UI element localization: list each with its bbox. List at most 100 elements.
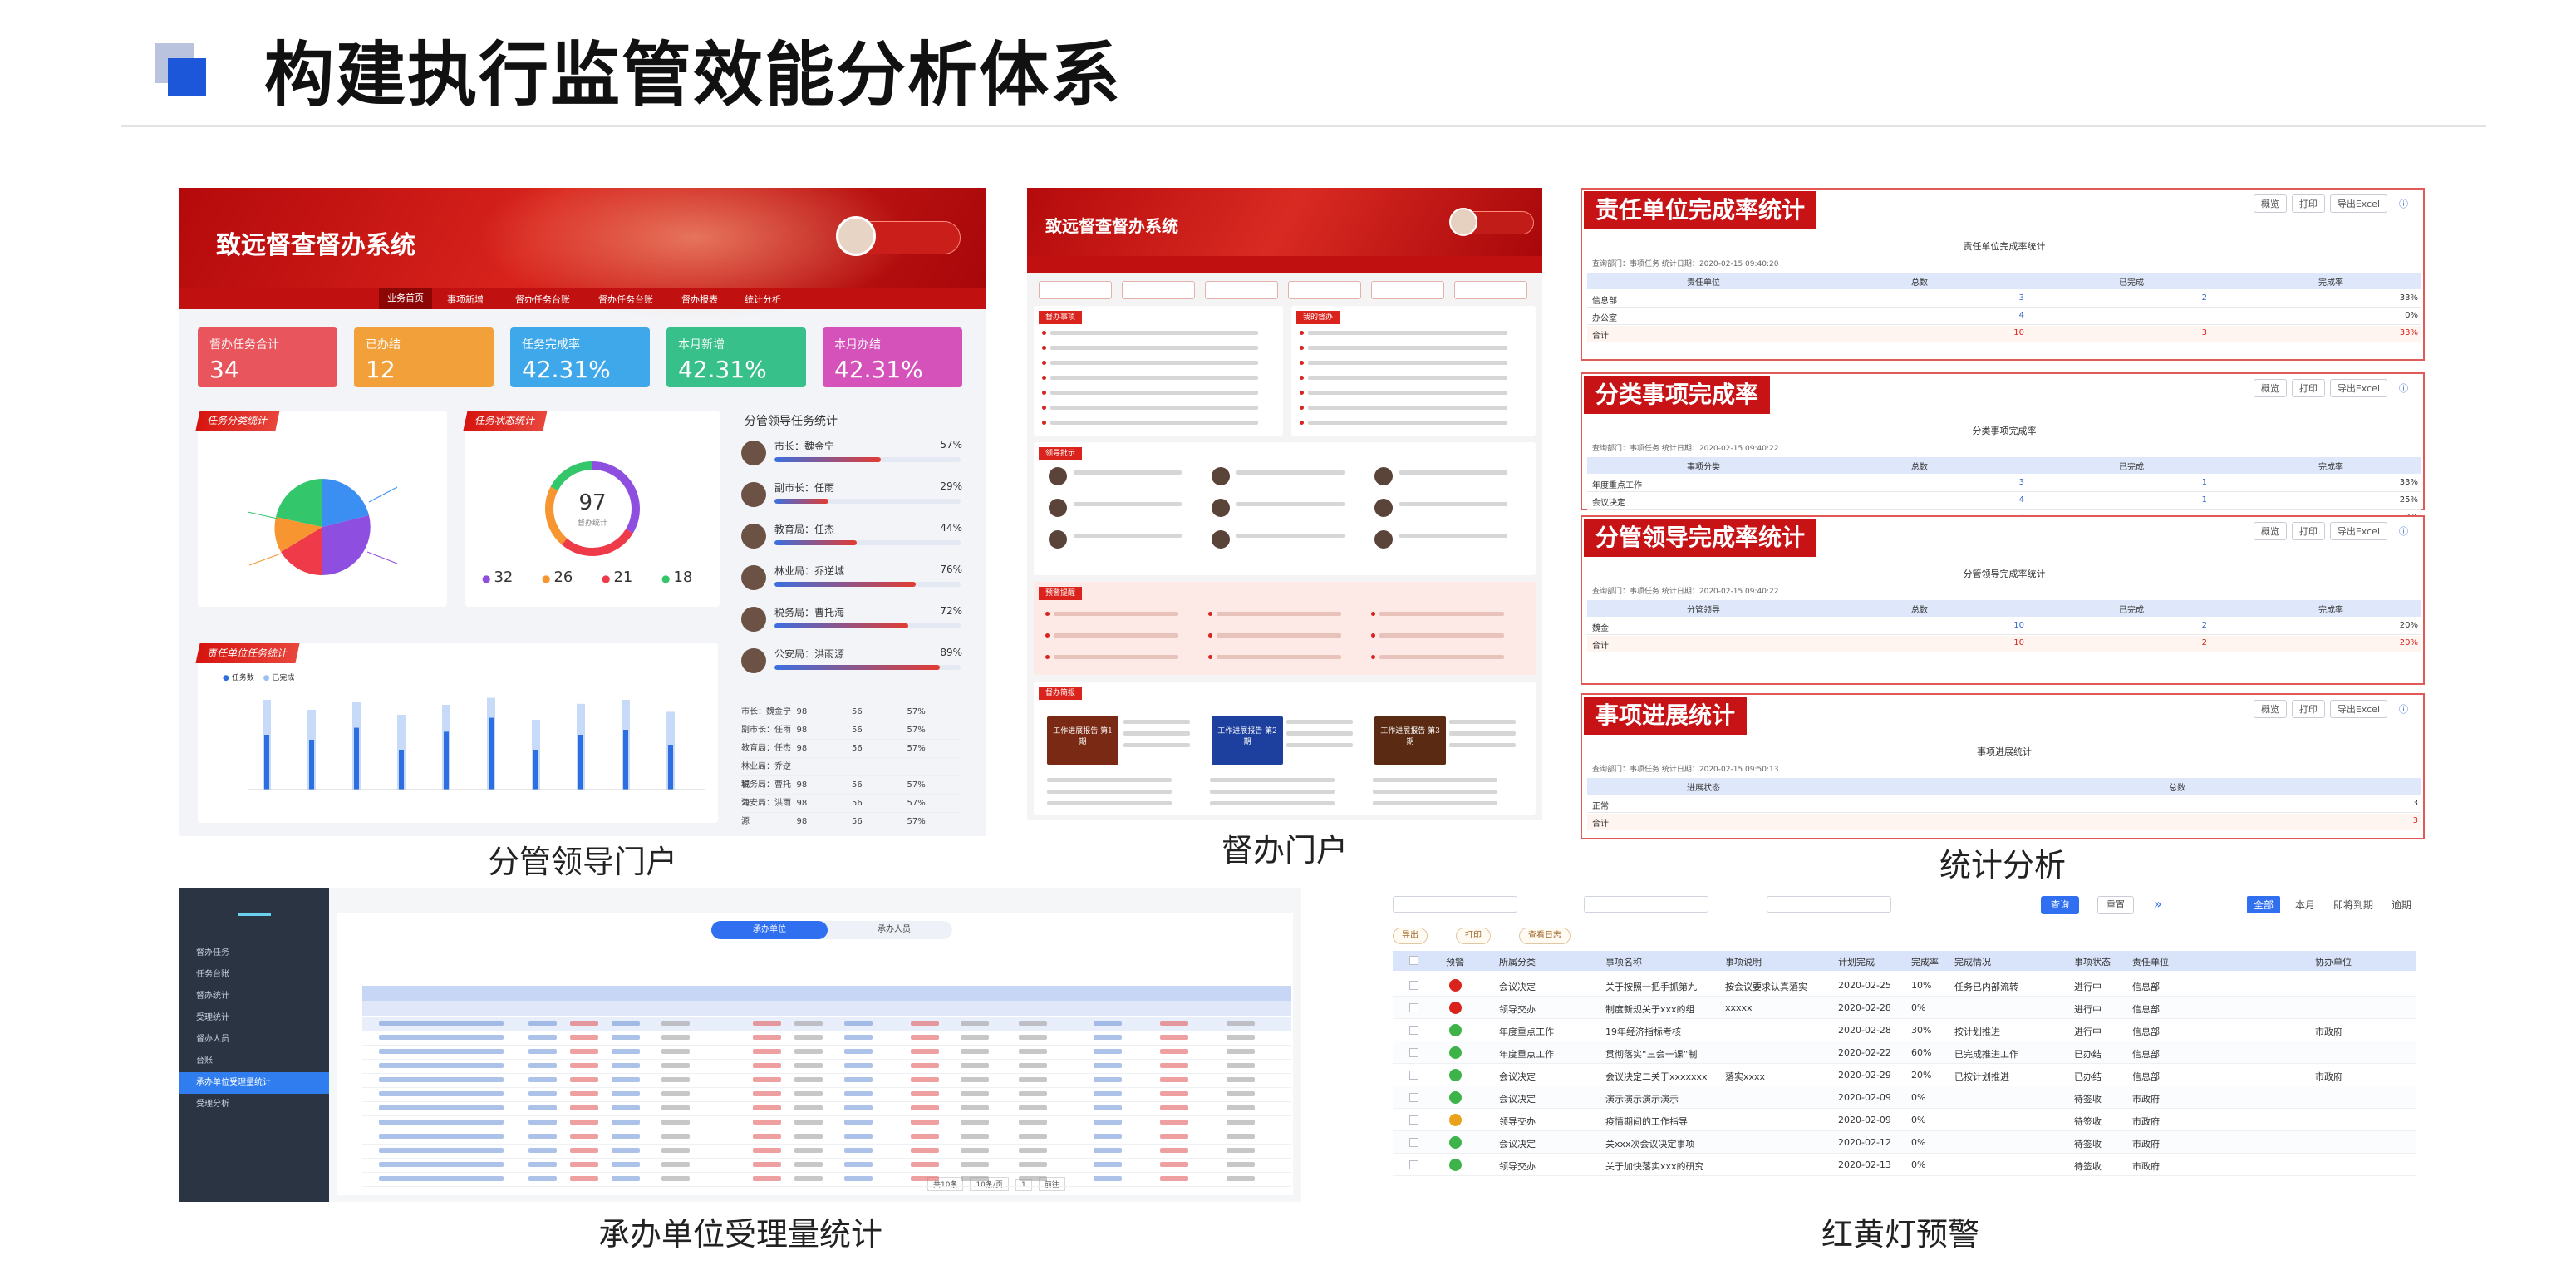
table-row[interactable] [362,1102,1291,1116]
list-item[interactable] [1050,376,1258,380]
list-item[interactable] [1373,801,1497,805]
list-item[interactable] [1308,361,1507,365]
range-tab[interactable]: 全部 [2247,896,2281,913]
list-item[interactable] [1399,502,1507,506]
sidebar-item[interactable]: 督办人员 [179,1029,329,1051]
toolbar-button[interactable]: 打印 [1456,928,1491,944]
kpi-card[interactable]: 任务完成率 42.31% [510,327,650,387]
toolbar-button[interactable]: 打印 [2291,379,2325,397]
table-row[interactable]: 年度重点工作 贯彻落实“三会一课”制 2020-02-22 60% 已完成推进工作 已办结… [1393,1041,2416,1064]
list-item[interactable] [1050,346,1258,350]
toggle-person[interactable]: 承办人员 [836,921,952,939]
row-checkbox[interactable] [1409,1115,1418,1125]
row-checkbox[interactable] [1409,1048,1418,1057]
table-row[interactable]: 会议决定 演示演示演示演示 2020-02-09 0% 待签收 市政府 [1393,1086,2416,1109]
search-button[interactable]: 查询 [2041,896,2079,914]
table-row[interactable] [362,1159,1291,1173]
toolbar-button[interactable]: 概览 [2253,700,2287,718]
list-item[interactable] [1286,731,1353,736]
toolbar-button[interactable]: 导出Excel [2329,379,2387,397]
range-tab[interactable]: 本月 [2295,898,2315,912]
nav-item[interactable]: 督办报表 [681,293,718,306]
list-item[interactable] [1236,534,1345,538]
table-row[interactable]: 年度重点工作 19年经济指标考核 2020-02-28 30% 按计划推进 进行中 信息部市… [1393,1019,2416,1041]
filter-select[interactable] [1393,896,1517,913]
column-header[interactable]: 责任单位 [2132,955,2169,968]
list-item[interactable] [1050,421,1258,425]
list-item[interactable] [1217,612,1341,616]
table-row[interactable] [362,1017,1291,1031]
sidebar-item[interactable]: 督办任务 [179,943,329,964]
table-row[interactable]: 会议决定 关于按照一把手抓第九 按会议要求认真落实 2020-02-25 10% 任务已内… [1393,974,2416,997]
kpi-card[interactable]: 已办结 12 [354,327,494,387]
reset-button[interactable]: 重置 [2097,896,2134,914]
toolbar-button[interactable]: 概览 [2253,522,2287,540]
list-item[interactable] [1373,778,1497,782]
leader-row[interactable]: 公安局：洪雨源 89% [741,645,962,680]
table-row[interactable]: 会议决定 关xxx次会议决定事项 2020-02-12 0% 待签收 市政府 [1393,1131,2416,1154]
list-item[interactable] [1217,655,1341,659]
double-chevron-icon[interactable]: » [2154,896,2162,912]
sidebar-item[interactable]: 督办统计 [179,986,329,1007]
list-item[interactable] [1399,470,1507,475]
list-item[interactable] [1047,790,1172,794]
table-row[interactable]: 领导交办 关于加快落实xxx的研究 2020-02-13 0% 待签收 市政府 [1393,1154,2416,1176]
toolbar-button[interactable]: 打印 [2291,194,2325,213]
nav-item[interactable]: 督办任务台账 [515,293,570,306]
list-item[interactable] [1236,470,1345,475]
row-checkbox[interactable] [1409,1071,1418,1080]
toolbar-button[interactable]: 打印 [2291,700,2325,718]
filter-select[interactable] [1767,896,1891,913]
list-item[interactable] [1074,534,1182,538]
list-item[interactable] [1449,731,1516,736]
table-row[interactable]: 领导交办 制度新规关于xxx的组 xxxxx 2020-02-28 0% 进行中 信息部 [1393,997,2416,1019]
list-item[interactable] [1054,655,1178,659]
toolbar-button[interactable]: 查看日志 [1519,928,1571,944]
sidebar-item[interactable]: 任务台账 [179,964,329,986]
leader-row[interactable]: 税务局：曹托海 72% [741,603,962,638]
sidebar-item[interactable]: 台账 [179,1051,329,1072]
toggle-unit[interactable]: 承办单位 [711,921,828,939]
list-item[interactable] [1123,720,1190,724]
report-thumbnail[interactable]: 工作进展报告 第3期 [1374,716,1446,765]
list-item[interactable] [1050,361,1258,365]
list-item[interactable] [1449,720,1516,724]
kpi-card[interactable]: 本月办结 42.31% [823,327,962,387]
list-item[interactable] [1123,743,1190,747]
table-row[interactable]: 会议决定 会议决定二关于xxxxxxx 落实xxxx 2020-02-29 20% 已按计… [1393,1064,2416,1086]
list-item[interactable] [1217,633,1341,638]
toolbar-button[interactable]: 导出Excel [2329,700,2387,718]
table-row[interactable] [362,1173,1291,1187]
range-tab[interactable]: 即将到期 [2333,898,2373,912]
nav-item[interactable]: 事项新增 [447,293,484,306]
row-checkbox[interactable] [1409,1093,1418,1102]
column-header[interactable]: 计划完成 [1838,955,1875,968]
list-item[interactable] [1308,331,1507,335]
table-row[interactable] [362,1074,1291,1088]
list-item[interactable] [1050,406,1258,410]
table-row[interactable] [362,1130,1291,1145]
list-item[interactable] [1449,743,1516,747]
quick-action-button[interactable] [1454,281,1527,299]
list-item[interactable] [1074,470,1182,475]
quick-action-button[interactable] [1205,281,1278,299]
view-toggle[interactable]: 承办单位 承办人员 [711,921,952,939]
toolbar-button[interactable]: 导出 [1393,928,1428,944]
kpi-card[interactable]: 本月新增 42.31% [666,327,806,387]
quick-action-button[interactable] [1288,281,1361,299]
row-checkbox[interactable] [1409,1026,1418,1035]
toolbar-button[interactable]: 打印 [2291,522,2325,540]
user-avatar[interactable] [1449,208,1477,236]
list-item[interactable] [1286,720,1353,724]
list-item[interactable] [1308,376,1507,380]
list-item[interactable] [1123,731,1190,736]
sidebar-item[interactable]: 受理统计 [179,1007,329,1029]
list-item[interactable] [1286,743,1353,747]
list-item[interactable] [1047,801,1172,805]
column-header[interactable]: 协办单位 [2315,955,2352,968]
column-header[interactable]: 完成情况 [1954,955,1991,968]
list-item[interactable] [1308,421,1507,425]
quick-action-button[interactable] [1039,281,1112,299]
column-header[interactable]: 事项说明 [1725,955,1762,968]
list-item[interactable] [1050,331,1258,335]
